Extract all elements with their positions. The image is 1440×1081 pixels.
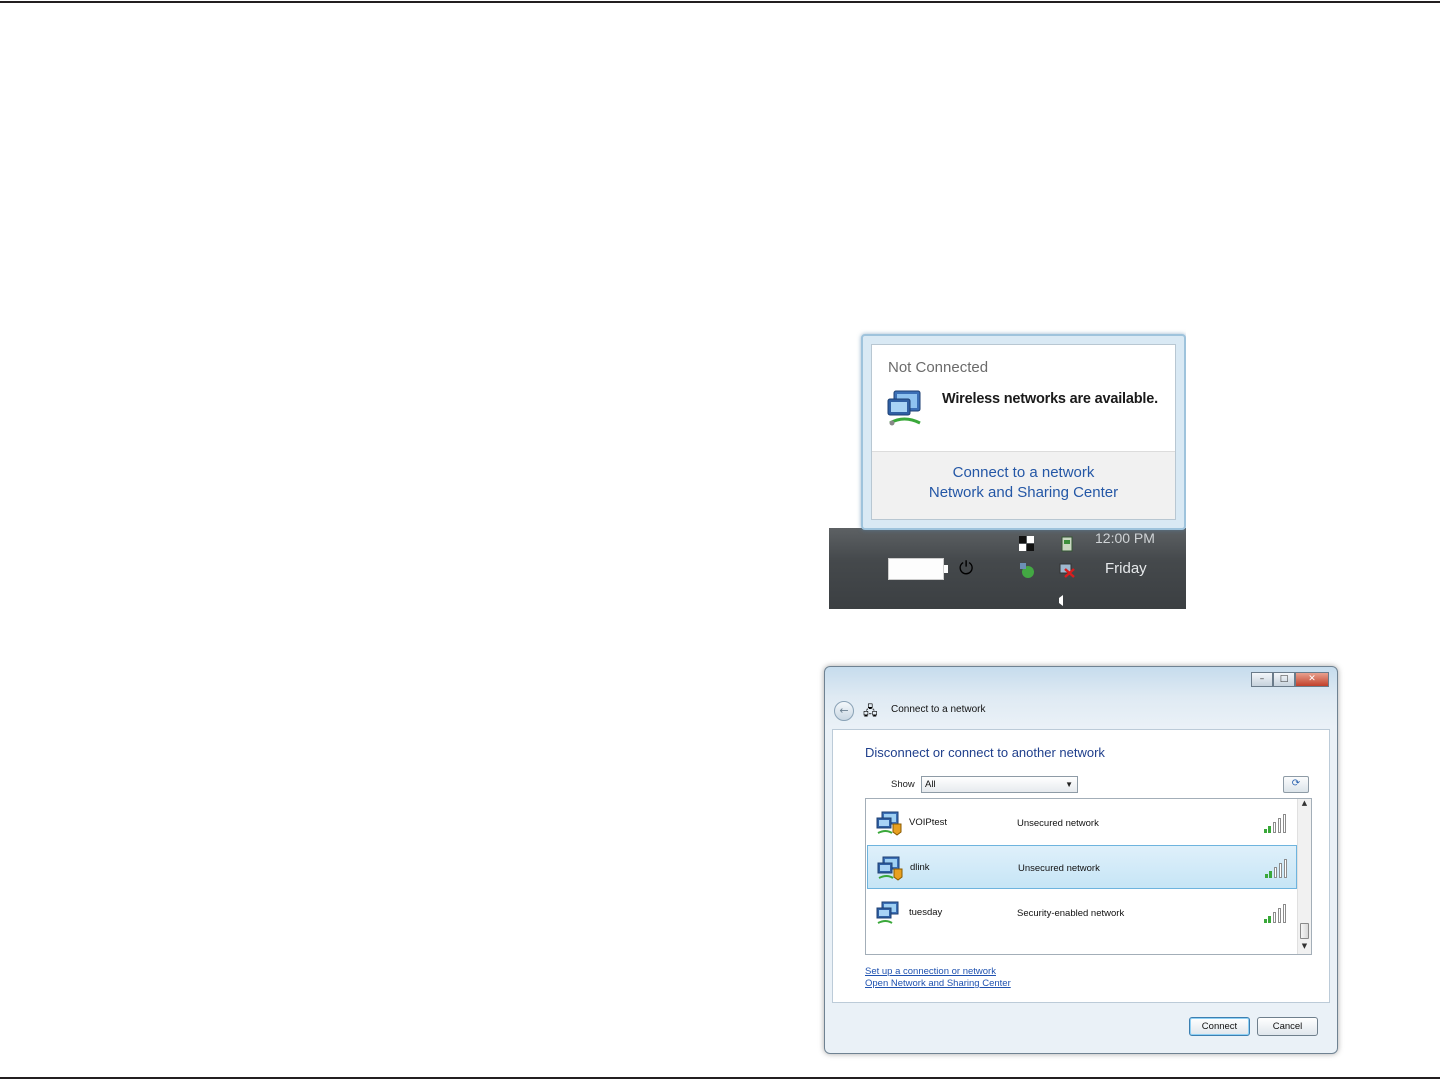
tray-popup: Not Connected Wireless networks are avai… [861, 334, 1186, 530]
taskbar-day[interactable]: Friday [1105, 560, 1147, 577]
network-status: Security-enabled network [1017, 908, 1125, 919]
network-list[interactable]: VOIPtest Unsecured network dlink Unsecur… [865, 798, 1312, 955]
unsecured-network-icon [877, 856, 903, 881]
unsecured-network-icon [876, 811, 902, 836]
connect-dialog-screenshot: – □ ✕ ← 🖧 Connect to a network Disconnec… [824, 666, 1338, 1054]
connect-to-network-link[interactable]: Connect to a network [872, 464, 1175, 481]
network-icon: 🖧 [863, 704, 878, 719]
network-row-dlink[interactable]: dlink Unsecured network [867, 845, 1297, 889]
popup-message: Wireless networks are available. [942, 391, 1158, 407]
tray-volume-icon[interactable] [1055, 592, 1071, 608]
wireless-network-icon [887, 390, 921, 426]
network-row-voiptest[interactable]: VOIPtest Unsecured network [867, 801, 1297, 845]
network-status: Unsecured network [1017, 818, 1099, 829]
close-icon[interactable]: ✕ [1295, 672, 1329, 687]
connect-button[interactable]: Connect [1189, 1017, 1250, 1036]
scrollbar-thumb[interactable] [1300, 923, 1309, 939]
secured-network-icon [876, 901, 899, 924]
signal-strength-icon [1264, 903, 1290, 923]
show-filter-value: All [925, 779, 936, 790]
refresh-icon[interactable]: ⟳ [1283, 776, 1309, 793]
popup-title: Not Connected [888, 359, 989, 376]
scroll-up-icon[interactable]: ▲ [1298, 799, 1311, 811]
dialog-content: Disconnect or connect to another network… [832, 729, 1330, 1003]
tray-windows-icon[interactable] [1019, 536, 1035, 552]
back-arrow-icon[interactable]: ← [834, 701, 854, 721]
tray-notification-screenshot: ⏻ 12:00 PM Friday Not Connected Wireless… [829, 320, 1186, 609]
taskbar-clock[interactable]: 12:00 PM [1095, 530, 1155, 546]
network-name: dlink [910, 862, 930, 873]
battery-icon [888, 558, 948, 580]
show-filter-select[interactable]: All ▼ [921, 776, 1078, 793]
connect-window: – □ ✕ ← 🖧 Connect to a network Disconnec… [824, 666, 1338, 1054]
open-sharing-center-link[interactable]: Open Network and Sharing Center [865, 978, 1011, 989]
signal-strength-icon [1265, 858, 1291, 878]
chevron-down-icon: ▼ [1065, 780, 1073, 789]
show-label: Show [891, 779, 915, 790]
scroll-down-icon[interactable]: ▼ [1298, 942, 1311, 954]
tray-network-disconnected-icon[interactable] [1059, 562, 1075, 578]
network-list-scrollbar[interactable]: ▲ ▼ [1297, 799, 1311, 954]
popup-body: Not Connected Wireless networks are avai… [871, 344, 1176, 520]
bottom-rule [0, 1077, 1440, 1079]
network-name: tuesday [909, 907, 943, 918]
taskbar: ⏻ 12:00 PM Friday [829, 528, 1186, 609]
cancel-button[interactable]: Cancel [1257, 1017, 1318, 1036]
caption-buttons: – □ ✕ [1251, 672, 1329, 687]
tray-device-icon[interactable] [1059, 536, 1075, 552]
top-rule [0, 1, 1440, 3]
network-row-tuesday[interactable]: tuesday Security-enabled network [867, 891, 1297, 935]
window-title: Connect to a network [891, 704, 986, 715]
minimize-icon[interactable]: – [1251, 672, 1273, 687]
setup-connection-link[interactable]: Set up a connection or network [865, 966, 996, 977]
tray-security-icon[interactable] [1019, 562, 1035, 578]
dialog-heading: Disconnect or connect to another network [865, 745, 1105, 760]
popup-footer: Connect to a network Network and Sharing… [872, 451, 1175, 519]
network-name: VOIPtest [909, 817, 948, 828]
power-plug-icon: ⏻ [959, 558, 974, 579]
maximize-icon[interactable]: □ [1273, 672, 1295, 687]
network-status: Unsecured network [1018, 863, 1100, 874]
network-sharing-center-link[interactable]: Network and Sharing Center [872, 484, 1175, 501]
signal-strength-icon [1264, 813, 1290, 833]
